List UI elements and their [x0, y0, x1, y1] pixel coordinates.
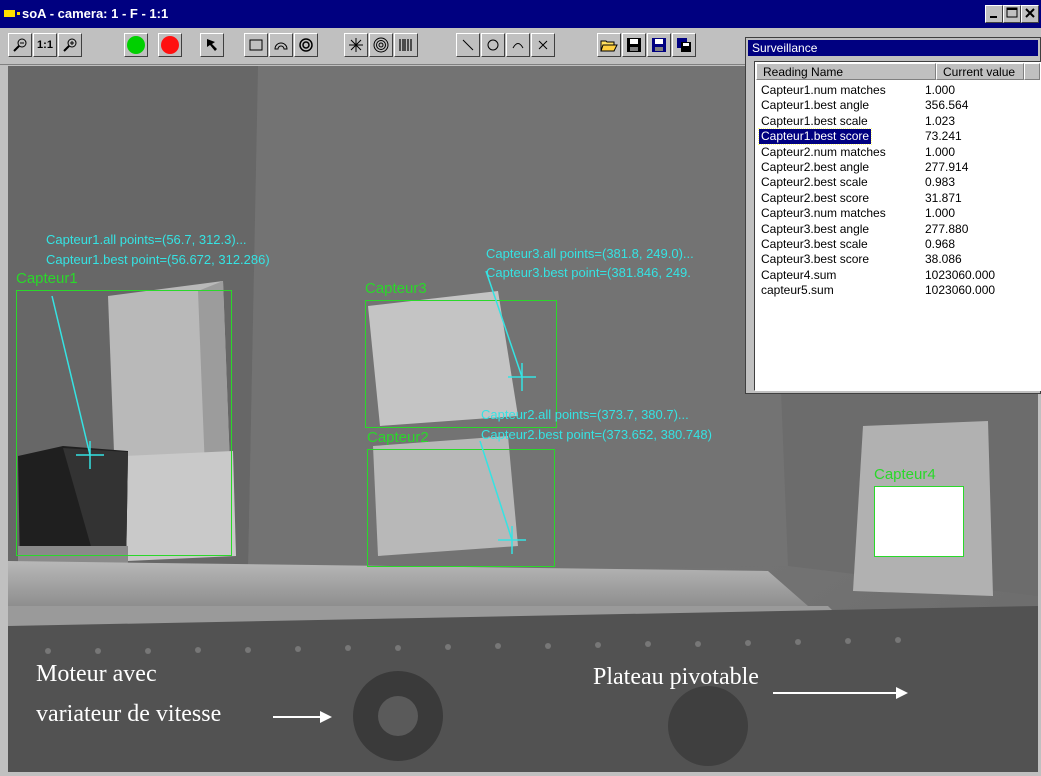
save-all-icon[interactable] [672, 33, 696, 57]
reading-name: Capteur4.sum [761, 267, 837, 282]
capteur3-label: Capteur3 [365, 280, 427, 297]
ring-icon[interactable] [294, 33, 318, 57]
reading-value: 38.086 [925, 252, 962, 267]
arc-roi-icon[interactable] [269, 33, 293, 57]
reading-value: 31.871 [925, 190, 962, 205]
table-row[interactable]: Capteur2.num matches 1.000 [755, 145, 1041, 160]
table-row[interactable]: Capteur3.best angle 277.880 [755, 222, 1041, 237]
column-header-reading-name[interactable]: Reading Name [756, 63, 936, 80]
reading-name: Capteur3.best score [761, 252, 870, 267]
table-row[interactable]: Capteur1.num matches 1.000 [755, 83, 1041, 98]
column-header-extra[interactable] [1024, 63, 1040, 80]
reading-name: Capteur2.num matches [761, 144, 886, 159]
motor-label-line1: Moteur avec [36, 661, 157, 687]
capteur2-roi[interactable] [367, 449, 555, 567]
table-row[interactable]: Capteur3.best scale 0.968 [755, 237, 1041, 252]
surveillance-panel: Surveillance Reading Name Current value … [745, 37, 1041, 394]
cross-icon[interactable] [531, 33, 555, 57]
zoom-in-icon[interactable] [58, 33, 82, 57]
target-icon[interactable] [369, 33, 393, 57]
reading-name: capteur5.sum [761, 283, 834, 298]
capteur3-best-point: Capteur3.best point=(381.846, 249. [486, 265, 691, 280]
capteur1-label: Capteur1 [16, 270, 78, 287]
reading-name: Capteur1.best angle [761, 98, 870, 113]
app-window: soA - camera: 1 - F - 1:1 1:1 Capteur1.a… [0, 0, 1041, 776]
reading-value: 1.023 [925, 113, 956, 128]
green-circle-icon[interactable] [124, 33, 148, 57]
reading-name: Capteur2.best angle [761, 160, 870, 174]
reading-value: 1.000 [925, 206, 956, 221]
table-row[interactable]: Capteur1.best score 73.241 [755, 128, 1041, 146]
reading-value: 277.914 [925, 160, 969, 174]
reading-value: 1.000 [925, 83, 956, 97]
circle-icon[interactable] [481, 33, 505, 57]
reading-name: Capteur1.best score [757, 128, 873, 146]
column-header-current-value[interactable]: Current value [936, 63, 1024, 80]
table-row[interactable]: Capteur2.best score 31.871 [755, 191, 1041, 206]
reading-value: 0.983 [925, 175, 956, 190]
surveillance-title[interactable]: Surveillance [748, 40, 1038, 56]
star-icon[interactable] [344, 33, 368, 57]
capteur1-best-point: Capteur1.best point=(56.672, 312.286) [46, 252, 270, 267]
reading-value: 73.241 [925, 129, 962, 144]
reading-value: 1.000 [925, 144, 956, 159]
window-title: soA - camera: 1 - F - 1:1 [22, 6, 169, 21]
barcode-icon[interactable] [394, 33, 418, 57]
capteur3-all-points: Capteur3.all points=(381.8, 249.0)... [486, 246, 694, 261]
app-icon[interactable] [4, 10, 20, 17]
table-row[interactable]: Capteur3.best score 38.086 [755, 252, 1041, 267]
reading-name: Capteur3.num matches [761, 206, 886, 221]
reading-name: Capteur3.best angle [761, 221, 870, 236]
plateau-label: Plateau pivotable [593, 664, 759, 690]
title-bar[interactable]: soA - camera: 1 - F - 1:1 [0, 0, 1041, 28]
capteur2-best-point: Capteur2.best point=(373.652, 380.748) [481, 427, 712, 442]
surveillance-list[interactable]: Reading Name Current value Capteur1.num … [754, 61, 1041, 391]
table-row[interactable]: Capteur4.sum 1023060.000 [755, 268, 1041, 283]
rectangle-icon[interactable] [244, 33, 268, 57]
open-folder-icon[interactable] [597, 33, 621, 57]
table-row[interactable]: Capteur2.best scale 0.983 [755, 175, 1041, 190]
minimize-icon[interactable] [985, 5, 1003, 23]
reading-value: 1023060.000 [925, 283, 996, 298]
reading-name: Capteur1.num matches [761, 83, 886, 97]
capteur4-label: Capteur4 [874, 466, 936, 483]
motor-label-line2: variateur de vitesse [36, 701, 222, 727]
reading-value: 277.880 [925, 221, 969, 236]
red-circle-icon[interactable] [158, 33, 182, 57]
zoom-1to1-button[interactable]: 1:1 [33, 33, 57, 57]
reading-value: 1023060.000 [925, 267, 996, 282]
table-row[interactable]: Capteur1.best scale 1.023 [755, 114, 1041, 129]
zoom-out-icon[interactable] [8, 33, 32, 57]
reading-value: 0.968 [925, 237, 956, 251]
reading-name: Capteur2.best scale [761, 175, 868, 190]
reading-name: Capteur1.best scale [761, 113, 868, 128]
reading-name: Capteur3.best scale [761, 237, 868, 251]
pointer-icon[interactable] [200, 33, 224, 57]
table-row[interactable]: Capteur3.num matches 1.000 [755, 206, 1041, 221]
table-row[interactable]: capteur5.sum 1023060.000 [755, 283, 1041, 298]
capteur1-all-points: Capteur1.all points=(56.7, 312.3)... [46, 232, 247, 247]
close-icon[interactable] [1021, 5, 1039, 23]
save-as-icon[interactable] [647, 33, 671, 57]
capteur1-roi[interactable] [16, 290, 232, 556]
capteur2-label: Capteur2 [367, 429, 429, 446]
table-row[interactable]: Capteur1.best angle 356.564 [755, 98, 1041, 113]
save-icon[interactable] [622, 33, 646, 57]
capteur2-all-points: Capteur2.all points=(373.7, 380.7)... [481, 407, 689, 422]
reading-name: Capteur2.best score [761, 190, 870, 205]
arc-icon[interactable] [506, 33, 530, 57]
table-row[interactable]: Capteur2.best angle 277.914 [755, 160, 1041, 175]
line-icon[interactable] [456, 33, 480, 57]
reading-value: 356.564 [925, 98, 969, 113]
capteur4-roi[interactable] [874, 486, 964, 557]
maximize-icon[interactable] [1003, 5, 1021, 23]
